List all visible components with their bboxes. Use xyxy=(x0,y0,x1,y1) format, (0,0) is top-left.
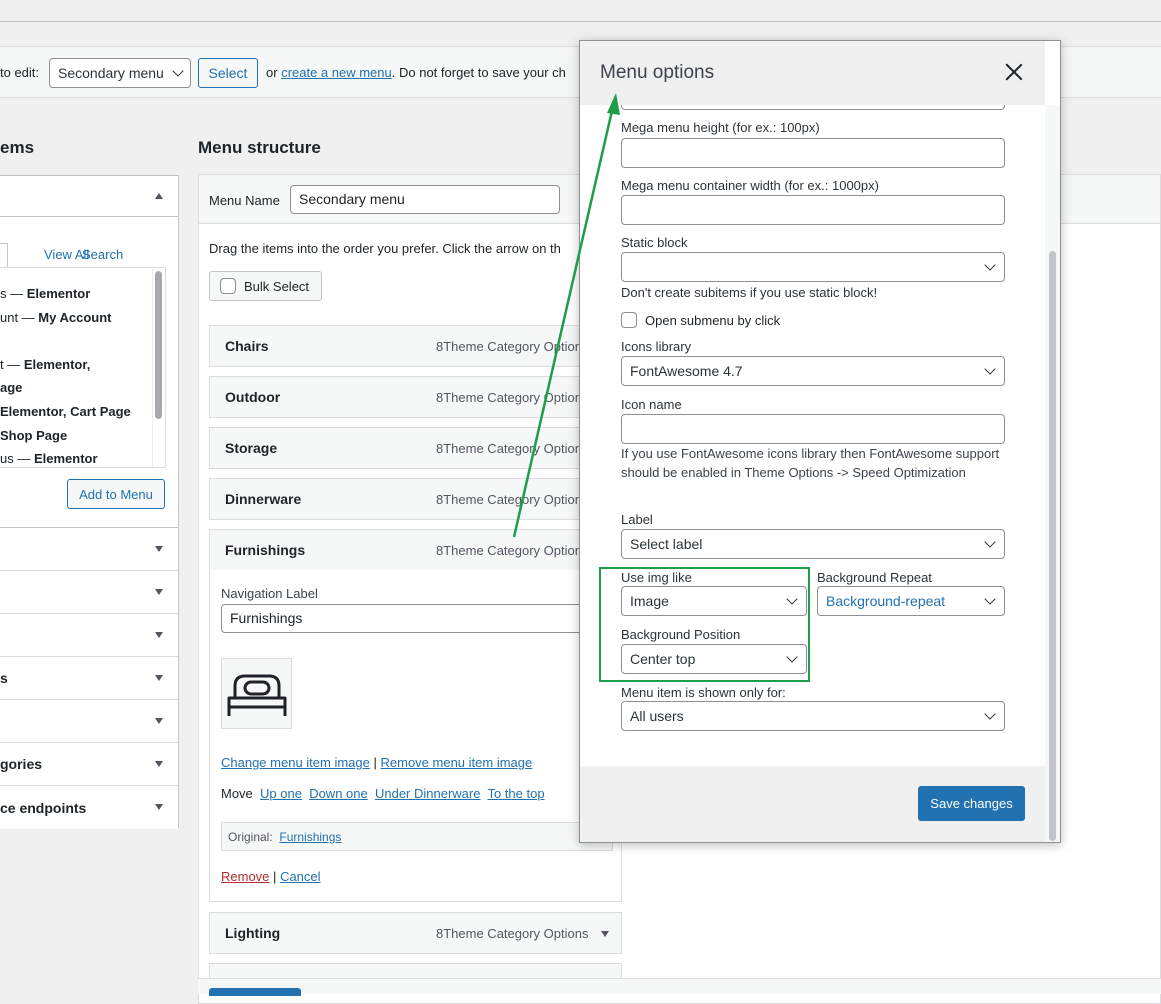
annotation-arrow-icon xyxy=(512,93,620,538)
